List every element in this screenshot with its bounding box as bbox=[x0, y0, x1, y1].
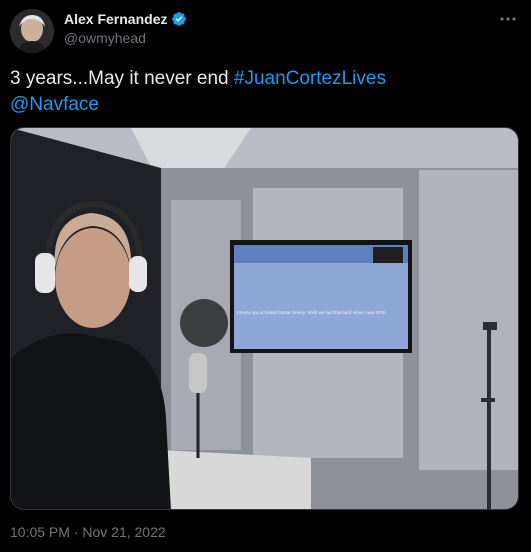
tweet-text: 3 years...May it never end #JuanCortezLi… bbox=[10, 66, 515, 118]
more-horizontal-icon[interactable] bbox=[497, 10, 519, 28]
mention-link[interactable]: @Navface bbox=[10, 94, 99, 115]
display-name[interactable]: Alex Fernandez bbox=[64, 11, 167, 27]
author-handle[interactable]: @owmyhead bbox=[64, 30, 146, 46]
tweet-text-plain: 3 years...May it never end bbox=[10, 68, 234, 89]
tweet-timestamp[interactable]: 10:05 PM · Nov 21, 2022 bbox=[10, 524, 166, 540]
tweet: Alex Fernandez @owmyhead 3 years...May i… bbox=[0, 0, 531, 552]
author-name-row: Alex Fernandez bbox=[64, 11, 187, 27]
tv-screen-caption: Enemy spy activated Sonar Sweep. Wish we… bbox=[237, 310, 386, 315]
verified-badge-icon bbox=[171, 11, 187, 27]
hashtag-link[interactable]: #JuanCortezLives bbox=[234, 68, 386, 89]
tweet-photo[interactable]: Enemy spy activated Sonar Sweep. Wish we… bbox=[10, 127, 519, 510]
avatar[interactable] bbox=[10, 9, 54, 53]
